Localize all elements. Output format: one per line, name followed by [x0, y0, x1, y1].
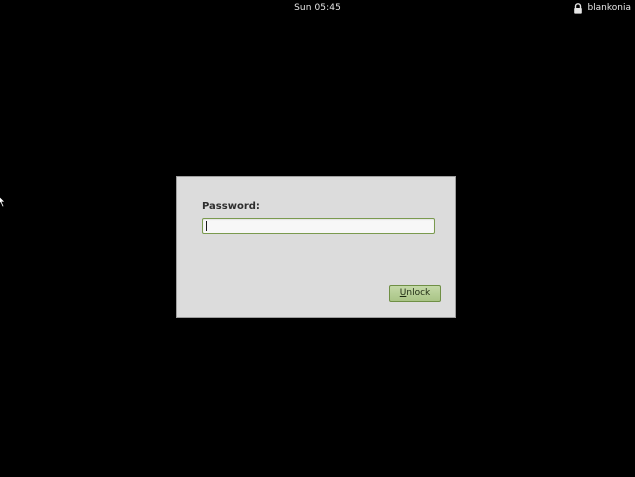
password-label: Password: — [202, 201, 260, 212]
text-caret — [206, 221, 207, 231]
mouse-pointer-icon — [0, 196, 6, 208]
password-input[interactable] — [202, 218, 435, 234]
user-name: blankonia — [587, 3, 631, 13]
unlock-dialog: Password: Unlock — [176, 176, 456, 318]
clock[interactable]: Sun 05:45 — [0, 2, 635, 15]
lock-screen: Sun 05:45 blankonia Password: Unlock — [0, 0, 635, 477]
top-bar: Sun 05:45 blankonia — [0, 0, 635, 17]
lock-icon — [574, 3, 583, 14]
unlock-button[interactable]: Unlock — [389, 285, 441, 302]
user-menu[interactable]: blankonia — [573, 2, 631, 15]
unlock-button-label: nlock — [406, 288, 431, 298]
